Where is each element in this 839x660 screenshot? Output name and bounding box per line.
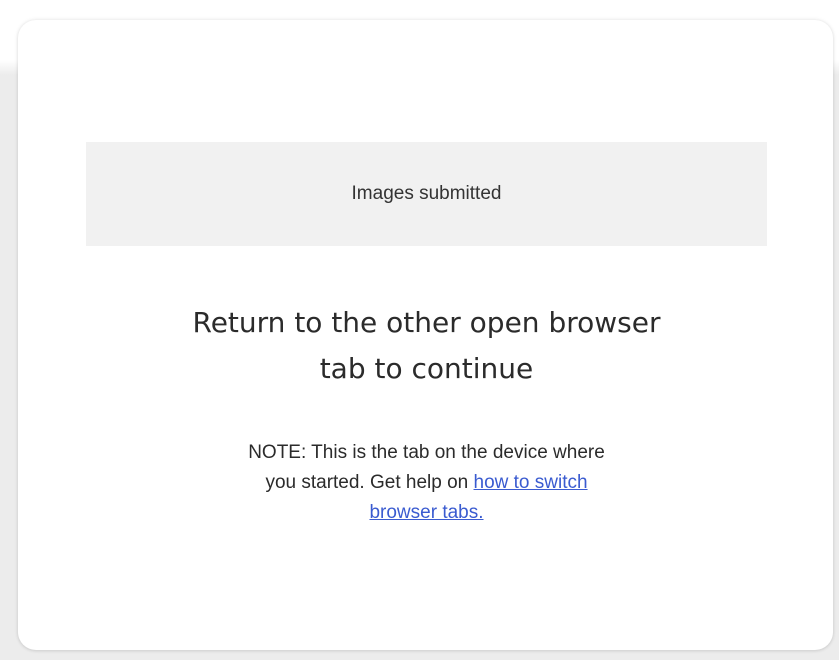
note-text: NOTE: This is the tab on the device wher… <box>148 438 705 528</box>
note-line-1: NOTE: This is the tab on the device wher… <box>248 442 605 463</box>
status-banner: Images submitted <box>86 142 767 246</box>
headline-line-2: tab to continue <box>319 352 534 385</box>
switch-tabs-help-link-part-2[interactable]: browser tabs. <box>369 502 483 523</box>
switch-tabs-help-link-part-1[interactable]: how to switch <box>474 472 588 493</box>
note-line-2-prefix: you started. Get help on <box>265 472 474 493</box>
headline: Return to the other open browser tab to … <box>98 300 755 392</box>
headline-line-1: Return to the other open browser <box>192 306 661 339</box>
status-label: Images submitted <box>351 183 502 204</box>
confirmation-card: Images submitted Return to the other ope… <box>18 20 833 650</box>
